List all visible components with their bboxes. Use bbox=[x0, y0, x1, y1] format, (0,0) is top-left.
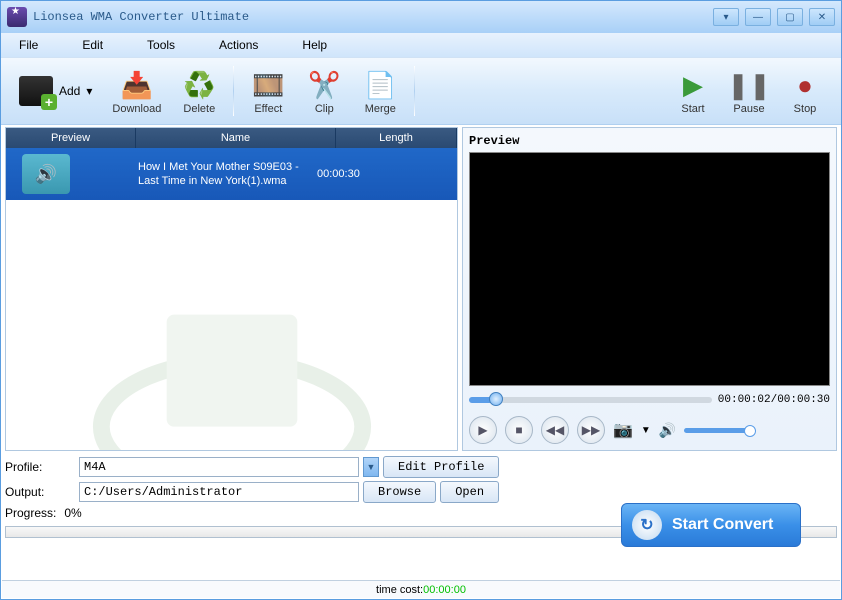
close-button[interactable]: ✕ bbox=[809, 8, 835, 26]
menubar: File Edit Tools Actions Help bbox=[1, 33, 841, 57]
separator bbox=[414, 66, 415, 116]
col-length[interactable]: Length bbox=[336, 128, 457, 148]
convert-icon: ↻ bbox=[632, 510, 662, 540]
snapshot-button[interactable]: 📷 bbox=[613, 420, 633, 440]
effect-icon: 🎞️ bbox=[250, 67, 286, 103]
clip-label: Clip bbox=[315, 103, 334, 115]
profile-row: Profile: ▼ Edit Profile bbox=[5, 456, 837, 478]
menu-file[interactable]: File bbox=[19, 38, 38, 52]
dropdown-button[interactable]: ▾ bbox=[713, 8, 739, 26]
chevron-down-icon[interactable]: ▼ bbox=[641, 425, 651, 436]
download-label: Download bbox=[112, 103, 161, 115]
player-controls: ▶ ■ ◀◀ ▶▶ 📷 ▼ 🔊 bbox=[469, 416, 830, 444]
status-bar: time cost: 00:00:00 bbox=[2, 580, 840, 598]
download-button[interactable]: 📥 Download bbox=[102, 65, 171, 117]
list-header: Preview Name Length bbox=[6, 128, 457, 148]
progress-value: 0% bbox=[64, 506, 81, 520]
delete-label: Delete bbox=[183, 103, 215, 115]
app-icon bbox=[7, 7, 27, 27]
time-display: 00:00:02/00:00:30 bbox=[718, 394, 830, 406]
menu-tools[interactable]: Tools bbox=[147, 38, 175, 52]
preview-label: Preview bbox=[469, 134, 830, 148]
main-area: Preview Name Length 🔊 How I Met Your Mot… bbox=[1, 125, 841, 453]
output-row: Output: Browse Open bbox=[5, 481, 837, 503]
pause-button[interactable]: ❚❚ Pause bbox=[721, 65, 777, 117]
download-icon: 📥 bbox=[119, 67, 155, 103]
merge-button[interactable]: 📄 Merge bbox=[352, 65, 408, 117]
time-cost-value: 00:00:00 bbox=[423, 584, 466, 596]
convert-label: Start Convert bbox=[672, 516, 773, 534]
preview-pane: Preview 00:00:02/00:00:30 ▶ ■ ◀◀ ▶▶ 📷 ▼ … bbox=[462, 127, 837, 451]
file-length: 00:00:30 bbox=[313, 168, 360, 180]
play-icon: ▶ bbox=[675, 67, 711, 103]
add-button[interactable]: Add ▾ bbox=[9, 74, 102, 108]
start-convert-button[interactable]: ↻ Start Convert bbox=[621, 503, 801, 547]
menu-actions[interactable]: Actions bbox=[219, 38, 258, 52]
col-name[interactable]: Name bbox=[136, 128, 336, 148]
pause-label: Pause bbox=[733, 103, 764, 115]
minimize-button[interactable]: — bbox=[745, 8, 771, 26]
add-label: Add bbox=[59, 84, 80, 98]
clip-icon: ✂️ bbox=[306, 67, 342, 103]
output-input[interactable] bbox=[79, 482, 359, 502]
stop-icon: ● bbox=[787, 67, 823, 103]
edit-profile-button[interactable]: Edit Profile bbox=[383, 456, 499, 478]
seek-slider[interactable] bbox=[469, 397, 712, 403]
volume-slider[interactable] bbox=[684, 428, 754, 433]
volume-icon[interactable]: 🔊 bbox=[659, 422, 676, 439]
pause-icon: ❚❚ bbox=[731, 67, 767, 103]
stop-button[interactable]: ● Stop bbox=[777, 65, 833, 117]
browse-button[interactable]: Browse bbox=[363, 481, 436, 503]
file-list-pane: Preview Name Length 🔊 How I Met Your Mot… bbox=[5, 127, 458, 451]
chevron-down-icon: ▾ bbox=[86, 84, 92, 98]
clip-button[interactable]: ✂️ Clip bbox=[296, 65, 352, 117]
player-play-button[interactable]: ▶ bbox=[469, 416, 497, 444]
menu-help[interactable]: Help bbox=[302, 38, 327, 52]
window-controls: ▾ — ▢ ✕ bbox=[713, 8, 835, 26]
start-label: Start bbox=[681, 103, 704, 115]
delete-button[interactable]: ♻️ Delete bbox=[171, 65, 227, 117]
list-item[interactable]: 🔊 How I Met Your Mother S09E03 - Last Ti… bbox=[6, 148, 457, 200]
effect-label: Effect bbox=[254, 103, 282, 115]
menu-edit[interactable]: Edit bbox=[82, 38, 103, 52]
seek-row: 00:00:02/00:00:30 bbox=[469, 394, 830, 406]
start-button[interactable]: ▶ Start bbox=[665, 65, 721, 117]
profile-label: Profile: bbox=[5, 460, 75, 474]
video-preview[interactable] bbox=[469, 152, 830, 386]
list-body bbox=[6, 200, 457, 450]
col-preview[interactable]: Preview bbox=[6, 128, 136, 148]
file-name: How I Met Your Mother S09E03 - Last Time… bbox=[138, 160, 313, 189]
progress-label: Progress: bbox=[5, 506, 56, 520]
player-forward-button[interactable]: ▶▶ bbox=[577, 416, 605, 444]
profile-dropdown-button[interactable]: ▼ bbox=[363, 457, 379, 477]
window-title: Lionsea WMA Converter Ultimate bbox=[33, 10, 713, 24]
seek-thumb[interactable] bbox=[489, 392, 503, 406]
output-label: Output: bbox=[5, 485, 75, 499]
merge-label: Merge bbox=[365, 103, 396, 115]
player-stop-button[interactable]: ■ bbox=[505, 416, 533, 444]
toolbar: Add ▾ 📥 Download ♻️ Delete 🎞️ Effect ✂️ … bbox=[1, 57, 841, 125]
merge-icon: 📄 bbox=[362, 67, 398, 103]
audio-file-icon: 🔊 bbox=[22, 154, 70, 194]
add-icon bbox=[19, 76, 53, 106]
profile-input[interactable] bbox=[79, 457, 359, 477]
titlebar: Lionsea WMA Converter Ultimate ▾ — ▢ ✕ bbox=[1, 1, 841, 33]
time-cost-label: time cost: bbox=[376, 584, 423, 596]
open-button[interactable]: Open bbox=[440, 481, 499, 503]
maximize-button[interactable]: ▢ bbox=[777, 8, 803, 26]
stop-label: Stop bbox=[794, 103, 817, 115]
separator bbox=[233, 66, 234, 116]
delete-icon: ♻️ bbox=[181, 67, 217, 103]
effect-button[interactable]: 🎞️ Effect bbox=[240, 65, 296, 117]
player-rewind-button[interactable]: ◀◀ bbox=[541, 416, 569, 444]
